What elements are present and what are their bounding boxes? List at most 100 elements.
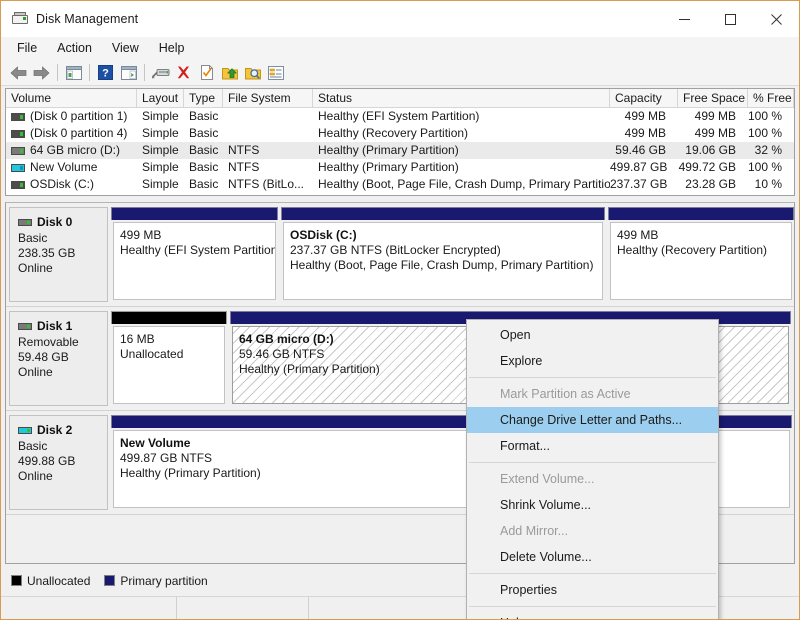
volume-partition-icon: [11, 180, 25, 189]
context-menu-item-open[interactable]: Open: [467, 322, 718, 348]
partition-color-bar: [111, 311, 227, 324]
volume-capacity-cell: 237.37 GB: [610, 177, 668, 191]
disk-info-panel[interactable]: Disk 0 Basic 238.35 GB Online: [9, 207, 108, 302]
volume-partition-icon: [11, 163, 25, 172]
volume-percent-free-cell: 10 %: [754, 177, 782, 191]
back-button[interactable]: [7, 62, 30, 84]
context-menu-item-explore[interactable]: Explore: [467, 348, 718, 374]
context-menu-item-shrink-volume[interactable]: Shrink Volume...: [467, 492, 718, 518]
context-menu[interactable]: Open Explore Mark Partition as Active Chang…: [466, 319, 719, 619]
close-button[interactable]: [753, 1, 799, 37]
volume-free-space-cell: 499.72 GB: [678, 160, 736, 174]
up-one-level-button[interactable]: [218, 62, 241, 84]
column-header-status[interactable]: Status: [313, 89, 610, 107]
disk-type: Basic: [18, 439, 48, 453]
menu-action[interactable]: Action: [47, 39, 102, 59]
minimize-icon: [678, 18, 690, 20]
help-icon: ?: [98, 65, 113, 80]
disk-info-panel[interactable]: Disk 1 Removable 59.48 GB Online: [9, 311, 108, 406]
rescan-disks-icon: [151, 68, 169, 78]
legend-label: Unallocated: [27, 573, 91, 588]
volume-free-space-cell: 23.28 GB: [685, 177, 736, 191]
partition-details: OSDisk (C:) 237.37 GB NTFS (BitLocker Enc…: [283, 222, 603, 300]
delete-button[interactable]: [172, 62, 195, 84]
context-menu-item-format[interactable]: Format...: [467, 433, 718, 459]
volume-capacity-cell: 499 MB: [624, 109, 666, 123]
menu-help[interactable]: Help: [149, 39, 195, 59]
partition-details: 16 MB Unallocated: [113, 326, 225, 404]
context-menu-separator: [469, 573, 716, 574]
partition-line-1: 16 MB: [120, 332, 155, 346]
volume-name-cell: New Volume: [6, 159, 137, 176]
volume-row[interactable]: 64 GB micro (D:) Simple Basic NTFS Healthy (…: [6, 142, 794, 159]
volume-label: New Volume: [30, 160, 98, 174]
maximize-button[interactable]: [707, 1, 753, 37]
disk-size: 59.48 GB: [18, 350, 69, 364]
partition-block[interactable]: 499 MB Healthy (Recovery Partition): [608, 207, 794, 302]
context-menu-item-properties[interactable]: Properties: [467, 577, 718, 603]
disk-name: Disk 2: [37, 423, 73, 437]
legend-swatch: [11, 575, 22, 586]
volume-row[interactable]: (Disk 0 partition 4) Simple Basic Healthy (…: [6, 125, 794, 142]
context-menu-item-change-drive-letter-and-paths[interactable]: Change Drive Letter and Paths...: [467, 407, 718, 433]
close-icon: [770, 13, 782, 25]
svg-text:?: ?: [102, 68, 109, 80]
rescan-disks-button[interactable]: [149, 62, 172, 84]
volume-type-cell: Basic: [189, 177, 219, 191]
partition-line-1: 499 MB: [120, 228, 162, 242]
volume-percent-free-cell: 100 %: [748, 126, 783, 140]
volume-file-system-cell: NTFS (BitLo...: [228, 177, 305, 191]
search-button[interactable]: [241, 62, 264, 84]
disk-info-panel[interactable]: Disk 2 Basic 499.88 GB Online: [9, 415, 108, 510]
checkmark-document-icon: [200, 65, 213, 80]
check-disk-button[interactable]: [195, 62, 218, 84]
volume-layout-cell: Simple: [142, 160, 179, 174]
disk-size: 499.88 GB: [18, 454, 76, 468]
show-action-pane-button[interactable]: [117, 62, 140, 84]
disk-state: Online: [18, 365, 53, 379]
disk-title-line: Disk 2: [18, 423, 107, 437]
column-header-capacity[interactable]: Capacity: [610, 89, 678, 107]
volume-status-cell: Healthy (Primary Partition): [318, 143, 459, 157]
column-header-file-system[interactable]: File System: [223, 89, 313, 107]
partition-strip: 499 MB Healthy (EFI System Partition OSDis…: [111, 207, 794, 302]
toolbar-separator: [89, 64, 90, 81]
context-menu-item-extend-volume: Extend Volume...: [500, 472, 595, 486]
volume-layout-cell: Simple: [142, 177, 179, 191]
window-title: Disk Management: [36, 12, 139, 26]
column-header-free-space[interactable]: Free Space: [678, 89, 748, 107]
menu-file[interactable]: File: [7, 39, 47, 59]
disk-drive-icon: [12, 11, 28, 27]
show-hide-tree-icon: [65, 65, 82, 80]
status-panel-1: [1, 597, 177, 619]
volume-type-cell: Basic: [189, 143, 219, 157]
partition-line-2: Healthy (EFI System Partition: [120, 243, 276, 257]
properties-button[interactable]: [264, 62, 287, 84]
context-menu-item-delete-volume[interactable]: Delete Volume...: [467, 544, 718, 570]
volume-row[interactable]: (Disk 0 partition 1) Simple Basic Healthy (…: [6, 108, 794, 125]
volume-label: (Disk 0 partition 1): [30, 109, 128, 123]
properties-window-icon: [120, 65, 137, 80]
forward-arrow-icon: [33, 65, 50, 80]
context-menu-item-help[interactable]: Help: [467, 610, 718, 619]
partition-block[interactable]: 16 MB Unallocated: [111, 311, 227, 406]
context-menu-separator: [469, 606, 716, 607]
back-arrow-icon: [10, 65, 27, 80]
column-header-volume[interactable]: Volume: [6, 89, 137, 107]
partition-block[interactable]: 499 MB Healthy (EFI System Partition: [111, 207, 278, 302]
title-bar: Disk Management: [1, 1, 799, 38]
volume-row[interactable]: OSDisk (C:) Simple Basic NTFS (BitLo... Heal…: [6, 176, 794, 193]
disk-type: Removable: [18, 335, 79, 349]
minimize-button[interactable]: [661, 1, 707, 37]
column-header-layout[interactable]: Layout: [137, 89, 184, 107]
help-button[interactable]: ?: [94, 62, 117, 84]
legend-swatch: [104, 575, 116, 586]
partition-block[interactable]: OSDisk (C:) 237.37 GB NTFS (BitLocker Enc…: [281, 207, 605, 302]
forward-button[interactable]: [30, 62, 53, 84]
column-header-type[interactable]: Type: [184, 89, 223, 107]
volume-list[interactable]: Volume Layout Type File System Status Capacit…: [5, 88, 795, 196]
menu-view[interactable]: View: [102, 39, 149, 59]
column-header-free[interactable]: % Free: [748, 89, 794, 107]
volume-row[interactable]: New Volume Simple Basic NTFS Healthy (Primar…: [6, 159, 794, 176]
show-hide-console-tree-button[interactable]: [62, 62, 85, 84]
